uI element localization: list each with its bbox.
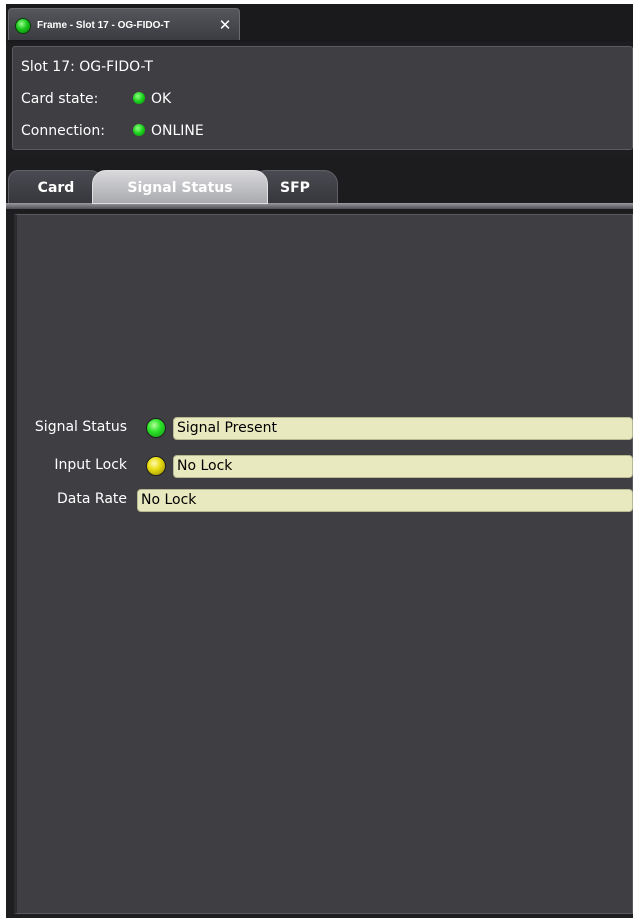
tab-strip: Card SFP Signal Status (6, 156, 633, 212)
connection-row: Connection: ONLINE (21, 123, 204, 139)
window-tab-bar: Frame - Slot 17 - OG-FIDO-T ✕ (6, 4, 633, 42)
data-rate-label: Data Rate (57, 491, 127, 507)
close-icon[interactable]: ✕ (216, 15, 234, 35)
input-lock-led-icon (146, 456, 166, 476)
card-state-row: Card state: OK (21, 91, 171, 107)
data-rate-row: Data Rate No Lock (17, 489, 633, 512)
tab-card[interactable]: Card (8, 170, 104, 204)
data-rate-field: No Lock (137, 489, 633, 512)
slot-title-text: Slot 17: OG-FIDO-T (21, 59, 153, 75)
app-window: Frame - Slot 17 - OG-FIDO-T ✕ Slot 17: O… (6, 4, 633, 918)
connection-value: ONLINE (151, 123, 204, 139)
connection-led-icon (133, 124, 145, 136)
signal-status-led-icon (146, 418, 166, 438)
status-led-icon (15, 18, 31, 34)
window-tab[interactable]: Frame - Slot 17 - OG-FIDO-T ✕ (8, 8, 240, 40)
input-lock-label: Input Lock (54, 457, 127, 473)
card-info-panel: Slot 17: OG-FIDO-T Card state: OK Connect… (12, 46, 633, 150)
card-state-led-icon (133, 92, 145, 104)
window-tab-title: Frame - Slot 17 - OG-FIDO-T (37, 20, 170, 31)
card-state-value: OK (151, 91, 172, 107)
signal-status-field: Signal Present (173, 417, 633, 440)
signal-status-row: Signal Status Signal Present (17, 417, 633, 440)
input-lock-field: No Lock (173, 455, 633, 478)
connection-label: Connection: (21, 123, 105, 139)
input-lock-row: Input Lock No Lock (17, 455, 633, 478)
signal-status-panel: Signal Status Signal Present Input Lock … (14, 214, 633, 914)
slot-title: Slot 17: OG-FIDO-T (21, 59, 153, 75)
card-state-label: Card state: (21, 91, 99, 107)
signal-status-label: Signal Status (34, 419, 127, 435)
tab-signal-status[interactable]: Signal Status (92, 170, 268, 204)
